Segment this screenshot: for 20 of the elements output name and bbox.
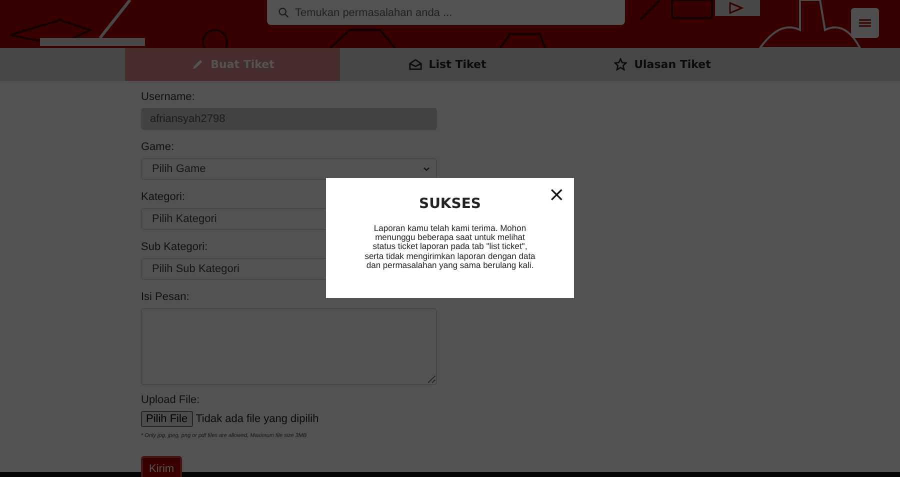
search-icon [278,7,289,18]
choose-file-button[interactable]: Pilih File [141,411,193,427]
submit-button[interactable]: Kirim [141,456,182,477]
tab[interactable]: List Tiket [340,48,555,81]
field-label: Game: [141,141,174,153]
field-label: Username: [141,91,195,103]
tab[interactable]: Ulasan Tiket [555,48,770,81]
envelope-icon [408,58,422,71]
field-label: Isi Pesan: [141,291,190,303]
star-icon [614,58,628,71]
field-label: Upload File: [141,394,200,406]
field-label: Sub Kategori: [141,241,208,253]
dropdown[interactable]: Pilih Game [141,158,437,180]
field-label: Kategori: [141,191,186,203]
menu-button[interactable] [851,8,879,38]
file-status: Tidak ada file yang dipilih [196,413,319,425]
message-field[interactable] [141,308,437,385]
close-button[interactable]: × [548,184,565,204]
pencil-icon [190,58,204,71]
caret-icon [423,166,430,172]
